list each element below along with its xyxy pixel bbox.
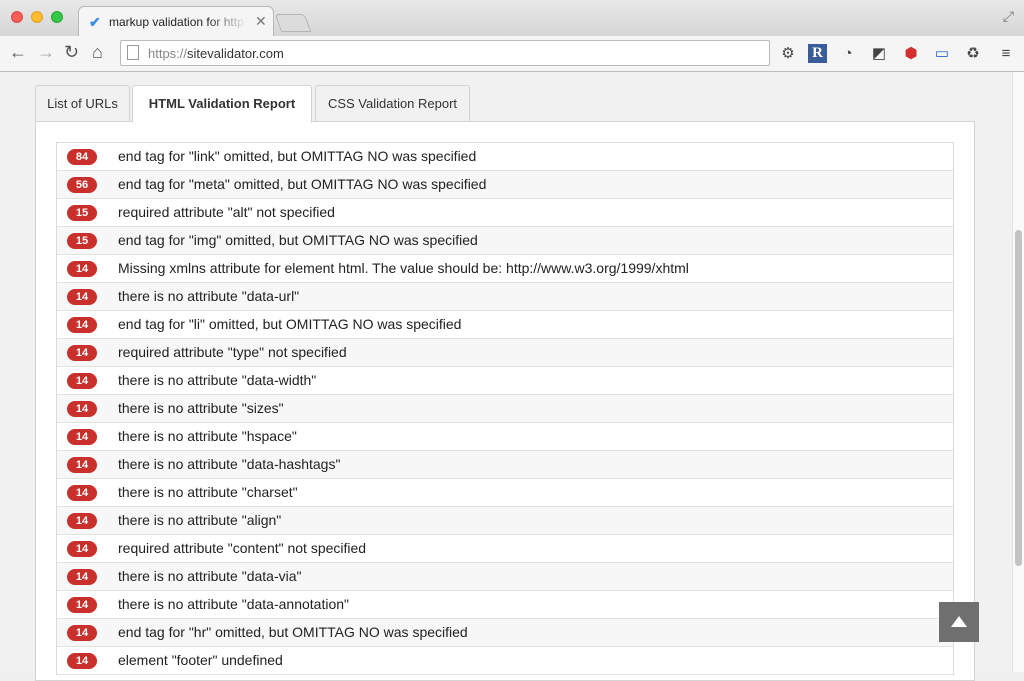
contrast-icon[interactable]: ◩ xyxy=(869,44,889,64)
error-message: end tag for "li" omitted, but OMITTAG NO… xyxy=(118,316,462,332)
error-row[interactable]: 14 there is no attribute "data-url" xyxy=(57,283,953,311)
stop-icon[interactable]: ⬢ xyxy=(901,44,921,64)
count-badge: 15 xyxy=(67,205,97,221)
error-message: end tag for "img" omitted, but OMITTAG N… xyxy=(118,232,478,248)
title-bar: ✔ markup validation for http ✕ ⤢ xyxy=(0,0,1024,36)
count-badge: 14 xyxy=(67,541,97,557)
error-row[interactable]: 14 there is no attribute "hspace" xyxy=(57,423,953,451)
error-row[interactable]: 14 there is no attribute "align" xyxy=(57,507,953,535)
close-tab-icon[interactable]: ✕ xyxy=(255,13,267,30)
count-badge: 14 xyxy=(67,625,97,641)
forward-arrow-icon[interactable]: → xyxy=(37,42,55,63)
count-badge: 14 xyxy=(67,485,97,501)
error-message: end tag for "hr" omitted, but OMITTAG NO… xyxy=(118,624,468,640)
error-row[interactable]: 14 element "footer" undefined xyxy=(57,647,953,675)
home-icon[interactable]: ⌂ xyxy=(92,42,103,63)
count-badge: 15 xyxy=(67,233,97,249)
error-row[interactable]: 15 end tag for "img" omitted, but OMITTAG… xyxy=(57,227,953,255)
error-row[interactable]: 14 there is no attribute "data-width" xyxy=(57,367,953,395)
error-message: there is no attribute "data-hashtags" xyxy=(118,456,341,472)
error-row[interactable]: 14 Missing xmlns attribute for element ht… xyxy=(57,255,953,283)
error-message: end tag for "meta" omitted, but OMITTAG … xyxy=(118,176,487,192)
gear-icon[interactable]: ⚙ xyxy=(778,44,798,64)
error-row[interactable]: 14 end tag for "li" omitted, but OMITTAG … xyxy=(57,311,953,339)
browser-tab[interactable]: ✔ markup validation for http ✕ xyxy=(78,6,274,36)
timer-icon[interactable]: ◔ xyxy=(838,44,858,64)
count-badge: 84 xyxy=(67,149,97,165)
error-message: required attribute "content" not specifi… xyxy=(118,540,367,556)
error-row[interactable]: 14 there is no attribute "sizes" xyxy=(57,395,953,423)
error-message: required attribute "type" not specified xyxy=(118,344,347,360)
menu-icon[interactable]: ≡ xyxy=(996,44,1016,64)
screenshot-icon[interactable]: ▭ xyxy=(932,44,952,64)
count-badge: 14 xyxy=(67,513,97,529)
page-content: List of URLs HTML Validation Report CSS … xyxy=(0,72,1012,681)
zoom-window-button[interactable] xyxy=(51,11,63,23)
error-message: there is no attribute "sizes" xyxy=(118,400,284,416)
minimize-window-button[interactable] xyxy=(31,11,43,23)
count-badge: 14 xyxy=(67,261,97,277)
tab-css-validation-report[interactable]: CSS Validation Report xyxy=(315,85,470,122)
fullscreen-icon[interactable]: ⤢ xyxy=(1003,8,1014,25)
url-text[interactable]: https://sitevalidator.com xyxy=(148,46,284,61)
count-badge: 14 xyxy=(67,345,97,361)
checkmark-icon: ✔ xyxy=(89,14,101,30)
error-row[interactable]: 84 end tag for "link" omitted, but OMITTA… xyxy=(57,143,953,171)
error-row[interactable]: 14 end tag for "hr" omitted, but OMITTAG … xyxy=(57,619,953,647)
count-badge: 14 xyxy=(67,457,97,473)
count-badge: 14 xyxy=(67,289,97,305)
count-badge: 14 xyxy=(67,317,97,333)
r-extension-icon[interactable]: R xyxy=(808,44,827,63)
close-window-button[interactable] xyxy=(11,11,23,23)
error-message: element "footer" undefined xyxy=(118,652,283,668)
error-row[interactable]: 56 end tag for "meta" omitted, but OMITTA… xyxy=(57,171,953,199)
error-row[interactable]: 14 there is no attribute "data-annotation… xyxy=(57,591,953,619)
count-badge: 14 xyxy=(67,401,97,417)
error-row[interactable]: 14 there is no attribute "charset" xyxy=(57,479,953,507)
error-message: there is no attribute "data-url" xyxy=(118,288,300,304)
up-arrow-icon xyxy=(951,616,967,627)
error-message: Missing xmlns attribute for element html… xyxy=(118,260,689,276)
browser-toolbar: ← → ↻ ⌂ https://sitevalidator.com ⚙ R ◔ … xyxy=(0,36,1024,72)
count-badge: 14 xyxy=(67,373,97,389)
error-message: required attribute "alt" not specified xyxy=(118,204,335,220)
error-message: there is no attribute "charset" xyxy=(118,484,298,500)
count-badge: 56 xyxy=(67,177,97,193)
error-row[interactable]: 14 required attribute "content" not speci… xyxy=(57,535,953,563)
address-bar[interactable]: https://sitevalidator.com xyxy=(120,40,770,66)
scrollbar-thumb[interactable] xyxy=(1015,230,1022,566)
error-message: there is no attribute "data-annotation" xyxy=(118,596,349,612)
error-row[interactable]: 14 there is no attribute "data-hashtags" xyxy=(57,451,953,479)
error-message: end tag for "link" omitted, but OMITTAG … xyxy=(118,148,477,164)
error-message: there is no attribute "align" xyxy=(118,512,282,528)
report-panel: 84 end tag for "link" omitted, but OMITTA… xyxy=(35,121,975,681)
error-message: there is no attribute "data-width" xyxy=(118,372,317,388)
scroll-to-top-button[interactable] xyxy=(939,602,979,642)
count-badge: 14 xyxy=(67,569,97,585)
count-badge: 14 xyxy=(67,653,97,669)
scrollbar[interactable] xyxy=(1012,72,1024,672)
error-message: there is no attribute "data-via" xyxy=(118,568,302,584)
tab-html-validation-report[interactable]: HTML Validation Report xyxy=(132,85,312,123)
page-icon xyxy=(127,45,139,60)
error-row[interactable]: 14 there is no attribute "data-via" xyxy=(57,563,953,591)
error-row[interactable]: 14 required attribute "type" not specifie… xyxy=(57,339,953,367)
count-badge: 14 xyxy=(67,597,97,613)
error-list: 84 end tag for "link" omitted, but OMITTA… xyxy=(56,142,954,675)
error-row[interactable]: 15 required attribute "alt" not specified xyxy=(57,199,953,227)
back-arrow-icon[interactable]: ← xyxy=(9,42,27,63)
reload-icon[interactable]: ↻ xyxy=(64,42,79,63)
error-message: there is no attribute "hspace" xyxy=(118,428,297,444)
recycle-icon[interactable]: ♻ xyxy=(963,44,983,64)
count-badge: 14 xyxy=(67,429,97,445)
new-tab-button[interactable] xyxy=(274,14,312,32)
tab-list-of-urls[interactable]: List of URLs xyxy=(35,85,130,122)
